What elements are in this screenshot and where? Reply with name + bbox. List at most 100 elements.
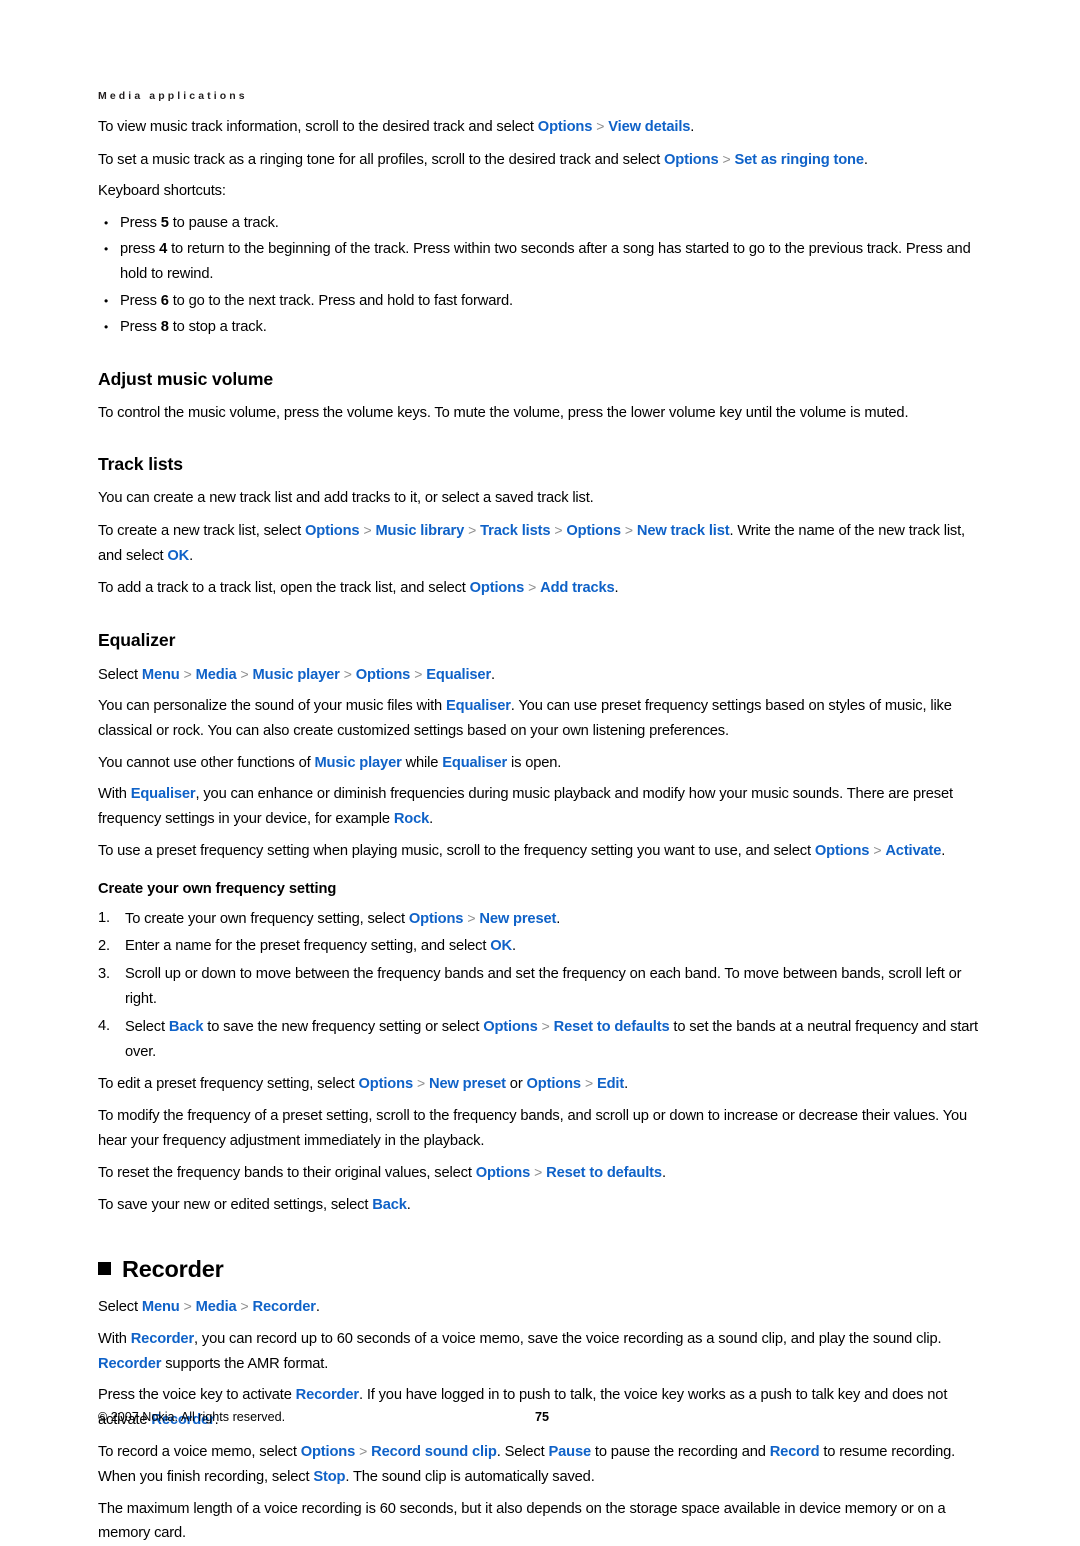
- link-menu[interactable]: Menu: [142, 667, 180, 683]
- link-activate[interactable]: Activate: [885, 843, 941, 859]
- link-stop[interactable]: Stop: [313, 1469, 345, 1485]
- list-item: To create your own frequency setting, se…: [98, 906, 986, 932]
- link-options[interactable]: Options: [470, 580, 525, 596]
- link-equaliser[interactable]: Equaliser: [426, 667, 491, 683]
- link-options[interactable]: Options: [356, 667, 411, 683]
- link-media[interactable]: Media: [196, 667, 237, 683]
- list-item: Scroll up or down to move between the fr…: [98, 962, 986, 1011]
- link-options[interactable]: Options: [538, 119, 593, 135]
- path-separator-icon: >: [468, 521, 477, 538]
- document-page: Media applications To view music track i…: [98, 0, 986, 1541]
- link-equaliser[interactable]: Equaliser: [442, 755, 507, 771]
- link-options[interactable]: Options: [527, 1076, 582, 1092]
- paragraph-track-lists-intro: You can create a new track list and add …: [98, 490, 594, 507]
- link-record[interactable]: Record: [770, 1444, 820, 1460]
- text-fragment: to save the new frequency setting or sel…: [203, 1019, 484, 1036]
- link-reset-to-defaults[interactable]: Reset to defaults: [554, 1019, 670, 1035]
- link-back[interactable]: Back: [372, 1197, 407, 1213]
- link-options[interactable]: Options: [815, 843, 870, 859]
- link-ok[interactable]: OK: [490, 938, 512, 954]
- link-options[interactable]: Options: [359, 1076, 414, 1092]
- text-fragment: Select: [125, 1019, 169, 1036]
- link-back[interactable]: Back: [169, 1019, 204, 1035]
- text-fragment: To save your new or edited settings, sel…: [98, 1196, 373, 1213]
- link-options[interactable]: Options: [566, 523, 621, 539]
- text-fragment: Press: [120, 214, 161, 231]
- link-equaliser[interactable]: Equaliser: [446, 698, 511, 714]
- path-separator-icon: >: [363, 521, 372, 538]
- link-options[interactable]: Options: [301, 1444, 356, 1460]
- path-separator-icon: >: [183, 1298, 192, 1315]
- link-music-library[interactable]: Music library: [375, 523, 464, 539]
- link-media[interactable]: Media: [196, 1299, 237, 1315]
- path-separator-icon: >: [528, 579, 537, 596]
- link-recorder[interactable]: Recorder: [296, 1387, 359, 1403]
- text-fragment: .: [511, 938, 516, 955]
- paragraph-add-track: To add a track to a track list, open the…: [98, 575, 986, 601]
- text-fragment: Enter a name for the preset frequency se…: [125, 938, 491, 955]
- paragraph-keyboard-shortcuts: Keyboard shortcuts:: [98, 183, 226, 200]
- link-music-player[interactable]: Music player: [253, 667, 340, 683]
- text-fragment: Select: [98, 1299, 142, 1316]
- link-equaliser[interactable]: Equaliser: [131, 786, 196, 802]
- link-options[interactable]: Options: [483, 1019, 538, 1035]
- link-reset-to-defaults[interactable]: Reset to defaults: [546, 1165, 662, 1181]
- text-fragment: .: [614, 580, 619, 597]
- link-record-sound-clip[interactable]: Record sound clip: [371, 1444, 497, 1460]
- text-fragment: Select: [98, 666, 142, 683]
- paragraph-record-voice-memo: To record a voice memo, select Options > R…: [98, 1439, 986, 1489]
- text-fragment: to return to the beginning of the track.…: [120, 241, 971, 282]
- path-separator-icon: >: [722, 150, 731, 167]
- link-ok[interactable]: OK: [167, 548, 189, 564]
- path-separator-icon: >: [343, 665, 352, 682]
- text-fragment: , you can enhance or diminish frequencie…: [98, 786, 953, 827]
- link-rock[interactable]: Rock: [394, 811, 429, 827]
- link-recorder[interactable]: Recorder: [98, 1356, 161, 1372]
- link-new-preset[interactable]: New preset: [479, 911, 556, 927]
- link-options[interactable]: Options: [305, 523, 360, 539]
- list-item: Select Back to save the new frequency se…: [98, 1014, 986, 1064]
- text-fragment: to pause a track.: [168, 214, 279, 231]
- path-separator-icon: >: [624, 521, 633, 538]
- text-fragment: , you can record up to 60 seconds of a v…: [194, 1331, 942, 1347]
- text-fragment: To create a new track list, select: [98, 522, 305, 539]
- list-item: Press 5 to pause a track.: [98, 211, 986, 236]
- text-fragment: while: [401, 754, 443, 771]
- text-fragment: To set a music track as a ringing tone f…: [98, 151, 665, 168]
- text-fragment: To view music track information, scroll …: [98, 119, 538, 135]
- list-item: Press 8 to stop a track.: [98, 315, 986, 340]
- text-fragment: press: [120, 241, 160, 258]
- text-fragment: Press: [120, 292, 161, 309]
- link-music-player[interactable]: Music player: [314, 755, 401, 771]
- chapter-heading-label: Recorder: [122, 1256, 224, 1283]
- link-new-preset[interactable]: New preset: [429, 1076, 506, 1092]
- text-fragment: to go to the next track. Press and hold …: [168, 292, 513, 309]
- link-view-details[interactable]: View details: [608, 119, 690, 135]
- chapter-heading-recorder: Recorder: [98, 1255, 986, 1283]
- link-track-lists[interactable]: Track lists: [480, 523, 550, 539]
- link-new-track-list[interactable]: New track list: [637, 523, 730, 539]
- link-options[interactable]: Options: [476, 1165, 531, 1181]
- paragraph-equalizer-other-functions: You cannot use other functions of Music …: [98, 751, 986, 776]
- link-options[interactable]: Options: [664, 152, 719, 168]
- paragraph-ringing-tone: To set a music track as a ringing tone f…: [98, 147, 986, 173]
- frequency-steps-list: To create your own frequency setting, se…: [98, 906, 986, 1065]
- link-set-as-ringing-tone[interactable]: Set as ringing tone: [735, 152, 865, 168]
- link-menu[interactable]: Menu: [142, 1299, 180, 1315]
- path-separator-icon: >: [414, 665, 423, 682]
- text-fragment: .: [556, 910, 561, 927]
- paragraph-equalizer-path: Select Menu > Media > Music player > Options > E…: [98, 662, 986, 688]
- path-separator-icon: >: [584, 1075, 593, 1092]
- link-pause[interactable]: Pause: [548, 1444, 591, 1460]
- link-recorder[interactable]: Recorder: [131, 1331, 194, 1347]
- path-separator-icon: >: [240, 665, 249, 682]
- link-options[interactable]: Options: [409, 911, 464, 927]
- link-edit[interactable]: Edit: [597, 1076, 624, 1092]
- text-fragment: To create your own frequency setting, se…: [125, 910, 409, 927]
- section-heading-adjust-music-volume: Adjust music volume: [98, 368, 274, 389]
- key-label: 6: [160, 292, 169, 309]
- running-head: Media applications: [98, 90, 248, 102]
- link-add-tracks[interactable]: Add tracks: [540, 580, 615, 596]
- link-recorder[interactable]: Recorder: [253, 1299, 316, 1315]
- shortcut-list: Press 5 to pause a track. press 4 to ret…: [98, 211, 986, 340]
